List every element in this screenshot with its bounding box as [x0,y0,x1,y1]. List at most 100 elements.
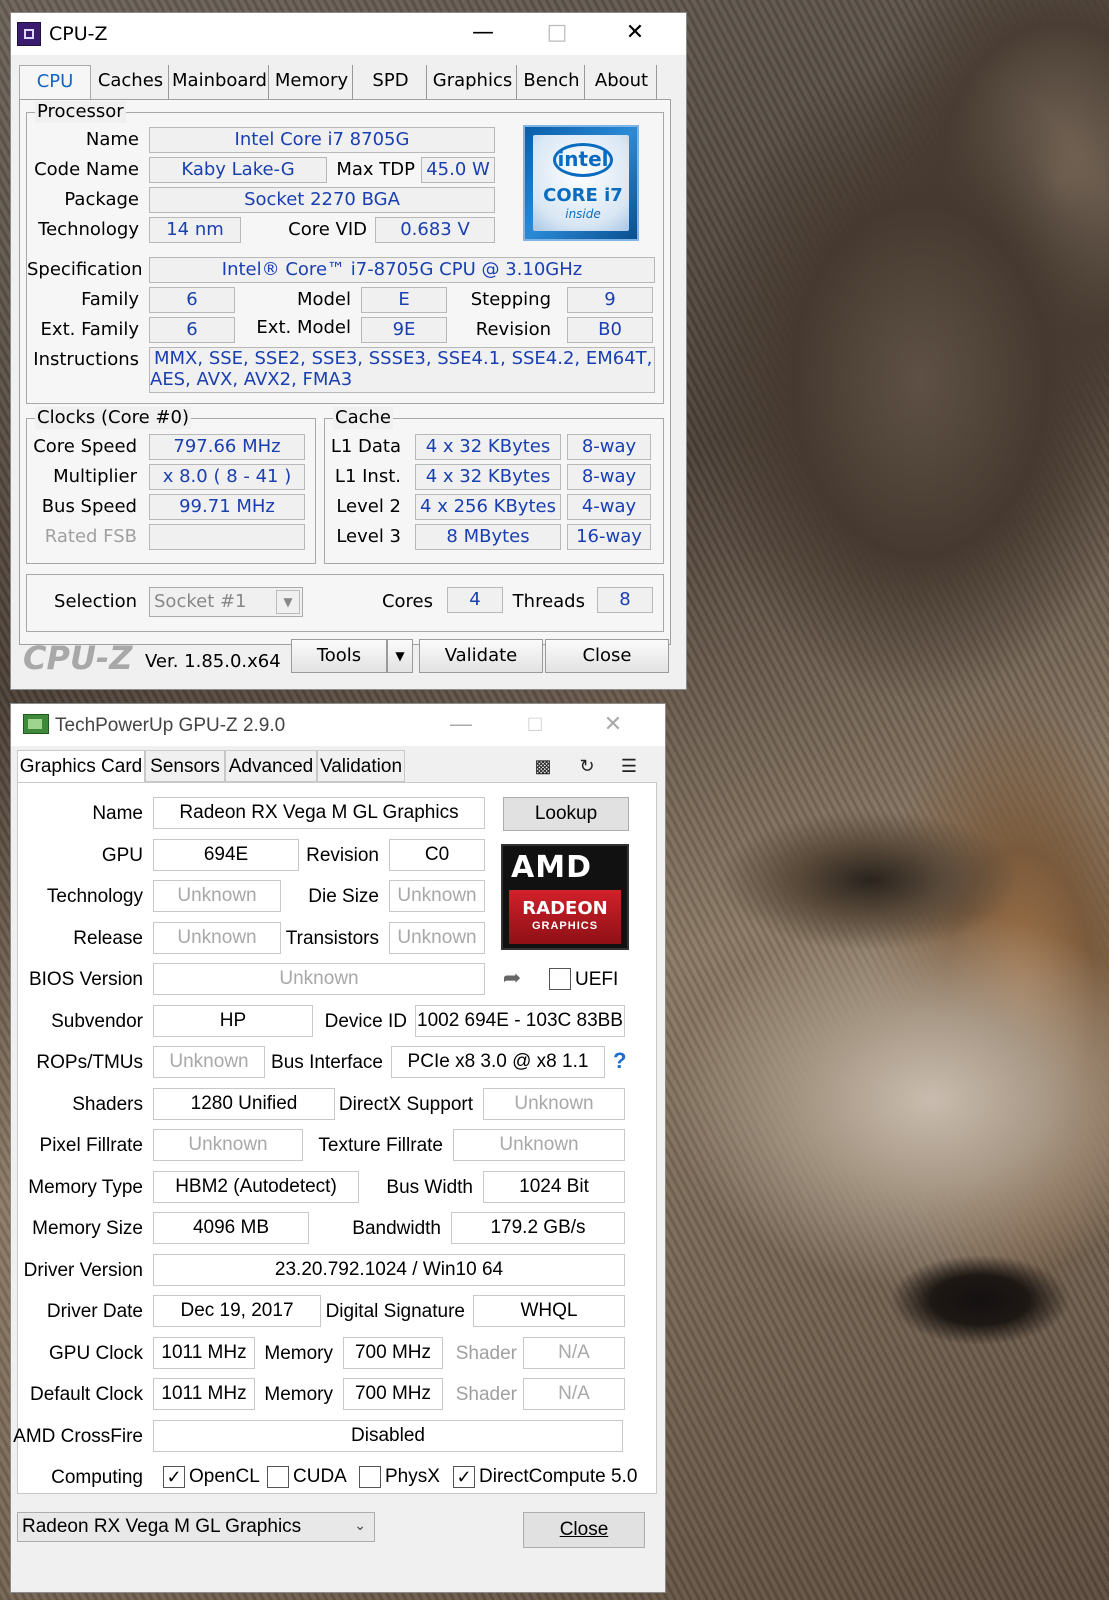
technology-label: Technology [46,886,143,907]
instructions-line-1: MMX, SSE, SSE2, SSE3, SSSE3, SSE4.1, SSE… [154,348,655,369]
ratedfsb-field [149,524,305,550]
bus-help-icon[interactable]: ? [613,1048,626,1074]
cpu-name-field: Intel Core i7 8705G [149,127,495,153]
stepping-label: Stepping [470,289,551,310]
cores-field: 4 [447,587,503,613]
close-button[interactable]: Close [523,1512,645,1548]
gpu-label: GPU [101,845,143,866]
gpuz-window: TechPowerUp GPU-Z 2.9.0 — □ ✕ Graphics C… [10,703,666,1593]
validate-button[interactable]: Validate [419,639,543,673]
tab-graphics[interactable]: Graphics [429,65,517,99]
tab-validation[interactable]: Validation [317,750,405,782]
amd-radeon-graphics-logo: AMD RADEON GRAPHICS [501,844,629,950]
gpuz-titlebar[interactable]: TechPowerUp GPU-Z 2.9.0 — □ ✕ [11,704,665,746]
gpuclock-field: 1011 MHz [153,1337,255,1369]
gpu-card-select[interactable]: Radeon RX Vega M GL Graphics ⌄ [17,1512,375,1542]
menu-icon[interactable]: ☰ [615,754,643,778]
uefi-checkbox[interactable] [549,968,571,990]
bandwidth-field: 179.2 GB/s [451,1212,625,1244]
threads-label: Threads [512,591,585,612]
tools-button[interactable]: Tools [291,639,387,673]
defmemclock-field: 700 MHz [343,1378,443,1410]
processor-group: Processor Name Intel Core i7 8705G Code … [26,101,664,404]
share-export-icon[interactable]: ➦ [495,966,529,994]
close-icon[interactable]: ✕ [615,17,655,49]
cuda-checkbox[interactable] [267,1466,289,1488]
tab-caches[interactable]: Caches [93,65,169,99]
instructions-label: Instructions [33,349,139,370]
cache-level2-label: Level 2 [336,496,401,517]
minimize-icon[interactable]: — [463,17,503,49]
socket-select-value: Socket #1 [154,591,247,612]
cache-level3-label: Level 3 [336,526,401,547]
shaders-field: 1280 Unified [153,1088,335,1120]
tab-mainboard[interactable]: Mainboard [171,65,269,99]
technology-label: Technology [38,219,139,240]
memsize-label: Memory Size [32,1218,143,1239]
selection-label: Selection [54,591,137,612]
gpuz-tab-bar: Graphics Card Sensors Advanced Validatio… [17,750,657,782]
gpuz-app-icon [23,714,49,734]
threads-field: 8 [597,587,653,613]
physx-checkbox[interactable] [359,1466,381,1488]
pixelfill-field: Unknown [153,1129,303,1161]
tab-about[interactable]: About [587,65,657,99]
tab-spd[interactable]: SPD [355,65,427,99]
texturefill-label: Texture Fillrate [318,1135,443,1156]
extfamily-label: Ext. Family [40,319,139,340]
release-label: Release [73,928,143,949]
tab-bench[interactable]: Bench [519,65,585,99]
uefi-label: UEFI [575,969,619,990]
subvendor-label: Subvendor [51,1011,143,1032]
physx-label: PhysX [385,1466,440,1487]
diesize-label: Die Size [308,886,379,907]
tab-sensors[interactable]: Sensors [145,750,225,782]
diesize-field: Unknown [389,880,485,912]
digsig-field: WHQL [473,1295,625,1327]
directcompute-checkbox[interactable]: ✓ [453,1466,475,1488]
cache-l1inst-way: 8-way [567,464,651,490]
graphics-text: GRAPHICS [531,920,599,932]
close-icon[interactable]: ✕ [593,708,633,740]
minimize-icon[interactable]: — [441,708,481,740]
close-button[interactable]: Close [545,639,669,673]
bios-field: Unknown [153,963,485,995]
directx-label: DirectX Support [338,1094,473,1115]
lookup-button[interactable]: Lookup [503,797,629,831]
memsize-field: 4096 MB [153,1212,309,1244]
socket-select[interactable]: Socket #1 ▼ [149,587,303,617]
businterface-label: Bus Interface [271,1052,383,1073]
tab-cpu[interactable]: CPU [19,65,91,101]
cache-l1inst-label: L1 Inst. [334,466,401,487]
opencl-checkbox[interactable]: ✓ [163,1466,185,1488]
cpuz-titlebar[interactable]: CPU-Z — □ ✕ [11,13,686,55]
family-label: Family [81,289,139,310]
bandwidth-label: Bandwidth [352,1218,441,1239]
busspeed-label: Bus Speed [41,496,137,517]
transistors-field: Unknown [389,922,485,954]
model-field: E [361,287,447,313]
corevid-field: 0.683 V [375,217,495,243]
transistors-label: Transistors [285,928,379,949]
cache-group-label: Cache [333,407,393,429]
tab-memory[interactable]: Memory [271,65,353,99]
camera-icon[interactable]: ▩ [529,754,557,778]
maximize-icon: □ [546,20,568,45]
technology-field: Unknown [153,880,281,912]
gpu-field: 694E [153,839,299,871]
cache-group: Cache L1 Data 4 x 32 KBytes 8-way L1 Ins… [324,407,664,564]
extmodel-label: Ext. Model [256,317,351,338]
tools-dropdown-chevron-icon[interactable]: ▼ [387,639,413,673]
tab-advanced[interactable]: Advanced [225,750,317,782]
cache-l1inst-size: 4 x 32 KBytes [415,464,561,490]
gpu-name-field: Radeon RX Vega M GL Graphics [153,797,485,829]
core-i7-text: CORE i7 [543,185,623,206]
rops-label: ROPs/TMUs [36,1052,143,1073]
tab-graphics-card[interactable]: Graphics Card [17,750,145,782]
model-label: Model [296,289,351,310]
cpuz-window-title: CPU-Z [49,23,108,45]
cache-l1data-label: L1 Data [330,436,401,457]
cpuz-version-text: Ver. 1.85.0.x64 [145,651,281,672]
radeon-text: RADEON [522,898,608,919]
refresh-icon[interactable]: ↻ [573,754,601,778]
